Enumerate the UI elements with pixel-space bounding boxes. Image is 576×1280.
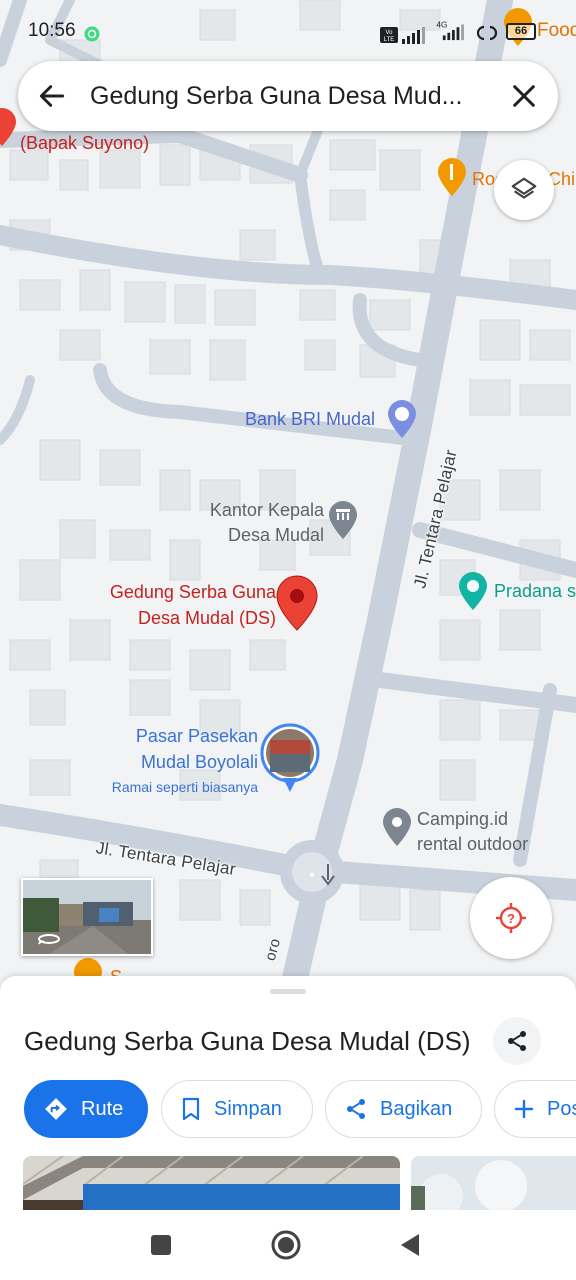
system-navigation-bar (0, 1210, 576, 1280)
recent-apps-button[interactable] (144, 1228, 178, 1262)
search-input[interactable]: Gedung Serba Guna Desa Mud... (90, 81, 490, 111)
share-chip-button[interactable]: Bagikan (325, 1080, 482, 1138)
share-icon (347, 1099, 365, 1119)
camping-label-line2[interactable]: rental outdoor (417, 833, 528, 855)
save-label: Simpan (214, 1097, 282, 1120)
pasar-label-line2[interactable]: Mudal Boyolali (88, 751, 258, 773)
link-icon (476, 25, 498, 41)
share-label: Bagikan (380, 1097, 453, 1120)
save-button[interactable]: Simpan (161, 1080, 313, 1138)
pasar-label-line1[interactable]: Pasar Pasekan (88, 725, 258, 747)
volte-icon: Vo LTE (380, 27, 398, 43)
close-icon[interactable] (508, 80, 540, 112)
kantor-label-line2[interactable]: Desa Mudal (196, 524, 324, 546)
directions-button[interactable]: Rute (24, 1080, 148, 1138)
svg-text:Vo: Vo (385, 30, 393, 36)
kantor-label-line1[interactable]: Kantor Kepala (196, 499, 324, 521)
battery-level: 66 (514, 25, 528, 37)
map-view[interactable]: (Bapak Suyono) Roc Chi Bank BRI Mudal Ka… (0, 0, 576, 1000)
gedung-label-line2[interactable]: Desa Mudal (DS) (88, 607, 276, 629)
my-location-button[interactable]: ? (470, 877, 552, 959)
layers-icon (511, 177, 537, 199)
bank-bri-label[interactable]: Bank BRI Mudal (245, 408, 375, 430)
directions-icon (45, 1098, 67, 1120)
back-triangle-icon (401, 1234, 419, 1256)
drag-handle[interactable] (270, 989, 306, 994)
square-icon (151, 1235, 171, 1255)
pasar-status-label: Ramai seperti biasanya (111, 779, 258, 795)
place-title: Gedung Serba Guna Desa Mudal (DS) (24, 1026, 471, 1056)
post-button[interactable]: Pos (494, 1080, 576, 1138)
svg-text:4G: 4G (436, 20, 447, 29)
place-photo-2[interactable] (411, 1156, 576, 1210)
bapak-suyono-label[interactable]: (Bapak Suyono) (20, 132, 149, 154)
share-button[interactable] (493, 1017, 541, 1065)
back-button[interactable] (393, 1228, 427, 1262)
pradana-label[interactable]: Pradana s (494, 580, 576, 602)
svg-text:?: ? (507, 911, 515, 926)
search-bar[interactable]: Gedung Serba Guna Desa Mud... (18, 61, 558, 131)
status-time: 10:56 (28, 20, 76, 41)
app-notification-icon (84, 26, 100, 42)
status-bar: 10:56 Vo LTE 4G 66 Food (0, 0, 576, 60)
home-circle-icon (271, 1230, 301, 1260)
share-icon (508, 1031, 526, 1051)
location-unknown-icon: ? (496, 903, 526, 933)
place-photo[interactable] (23, 1156, 400, 1210)
bookmark-icon (182, 1097, 200, 1121)
plus-icon (514, 1099, 534, 1119)
gedung-label-line1[interactable]: Gedung Serba Guna (88, 581, 276, 603)
place-bottom-sheet[interactable]: Gedung Serba Guna Desa Mudal (DS) Rute S… (0, 976, 576, 1210)
street-view-thumbnail[interactable] (21, 878, 153, 956)
signal-icon (402, 27, 425, 44)
food-top-label[interactable]: Food (537, 20, 576, 42)
battery-icon: 66 (506, 23, 536, 40)
post-label: Pos (547, 1097, 576, 1120)
home-button[interactable] (269, 1228, 303, 1262)
layers-button[interactable] (494, 160, 554, 220)
4g-signal-icon: 4G (436, 20, 464, 41)
camping-label-line1[interactable]: Camping.id (417, 808, 508, 830)
360-view-icon (38, 934, 60, 945)
directions-label: Rute (81, 1097, 124, 1120)
svg-text:LTE: LTE (384, 37, 395, 43)
arrow-back-icon[interactable] (36, 80, 68, 112)
